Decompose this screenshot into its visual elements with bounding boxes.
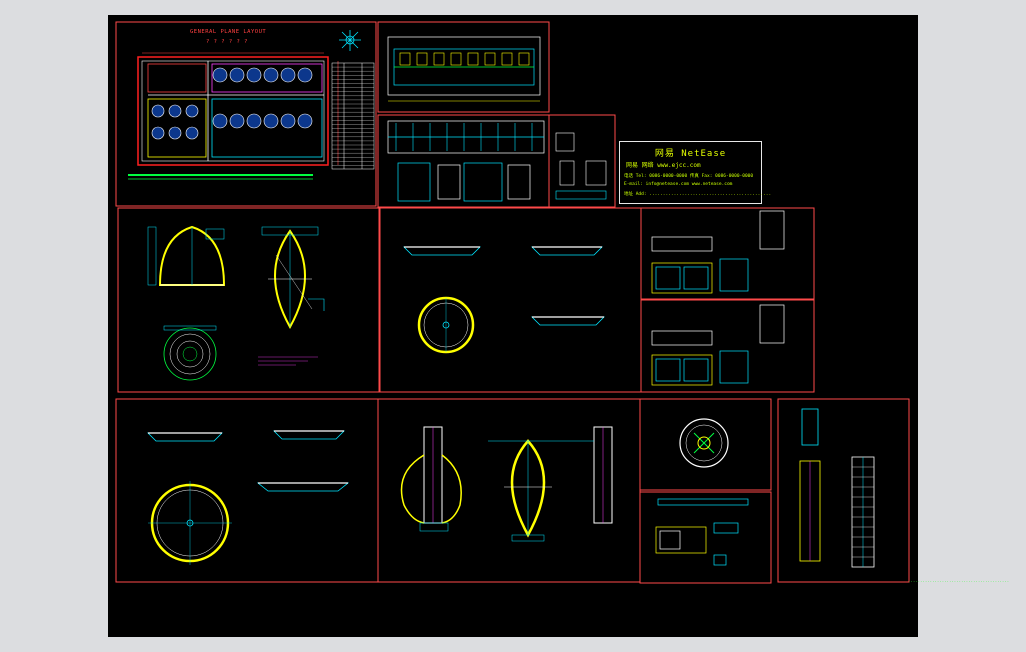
digester-section-1 — [261, 226, 325, 330]
title-block: 网易 NetEase 网易 网络 www.ejcc.com 电话 Tel: 00… — [619, 141, 771, 204]
site-plan-tank — [280, 113, 296, 129]
brand-line-2: E-mail: info@netease.com www.netease.com — [624, 182, 733, 187]
site-plan-tank — [280, 67, 296, 83]
site-plan-tank — [185, 104, 199, 118]
digester-notes-1 — [258, 356, 318, 366]
site-plan-tank — [185, 126, 199, 140]
site-plan-tank — [151, 126, 165, 140]
plan-title: GENERAL PLANE LAYOUT — [190, 29, 267, 35]
side-annotation: ........................................… — [908, 578, 1010, 583]
process-unit — [501, 52, 513, 66]
cad-drawing-canvas[interactable]: GENERAL PLANE LAYOUT ? ? ? ? ? ? 网易 NetE… — [108, 15, 918, 637]
sheet-digester-2 — [377, 398, 641, 583]
sheet-tower — [777, 398, 910, 583]
process-unit — [518, 52, 530, 66]
tank-plan-2 — [148, 481, 232, 565]
brand-line-3: 地址 Add: ................................… — [624, 192, 772, 197]
site-plan-tanks — [151, 67, 313, 140]
site-plan-tank — [246, 113, 262, 129]
sheet-building-2 — [640, 299, 815, 393]
site-plan-tank — [168, 104, 182, 118]
process-unit — [433, 52, 445, 66]
digester-section-2 — [488, 426, 613, 542]
small-details — [555, 132, 607, 200]
top-section-plan — [387, 36, 541, 102]
top-section-units — [399, 52, 530, 66]
site-plan-tank — [263, 67, 279, 83]
drawing-sheets — [115, 21, 910, 584]
brand-line-1: 电话 Tel: 0086-0000-0000 传真 Fax: 0086-0000… — [624, 174, 754, 179]
compass-rose — [339, 30, 361, 51]
tank-sections-2 — [147, 430, 350, 492]
site-plan-tank — [229, 113, 245, 129]
process-unit — [450, 52, 462, 66]
sheet-mid-section — [377, 114, 550, 208]
site-plan-tank — [151, 104, 165, 118]
plan-subtitle: ? ? ? ? ? ? — [206, 39, 248, 45]
digester-elevation-2 — [400, 426, 462, 532]
tank-plan-1 — [417, 296, 475, 354]
sheet-digester-1 — [117, 207, 380, 393]
tank-sections-1 — [403, 246, 605, 326]
brand-sub: 网易 网络 www.ejcc.com — [626, 162, 701, 169]
site-plan-tank — [297, 67, 313, 83]
process-unit — [467, 52, 479, 66]
site-plan-tank — [212, 113, 228, 129]
digester-elevation-1 — [147, 225, 226, 286]
site-plan-tank — [297, 113, 313, 129]
valve-chamber-plan — [679, 418, 729, 468]
pump-house-plan — [655, 498, 749, 566]
brand-name: 网易 NetEase — [654, 149, 727, 159]
process-unit — [416, 52, 428, 66]
site-plan-tank — [229, 67, 245, 83]
site-plan-tank — [263, 113, 279, 129]
site-plan-tank — [168, 126, 182, 140]
sheet-building-1 — [640, 207, 815, 300]
site-plan-tank — [212, 67, 228, 83]
building-plan-1 — [651, 210, 785, 294]
process-unit — [399, 52, 411, 66]
site-plan-tank — [246, 67, 262, 83]
digester-plan-1 — [163, 325, 217, 381]
mid-section — [387, 120, 545, 202]
process-unit — [484, 52, 496, 66]
sheet-circular-tank-1 — [379, 207, 642, 393]
tower-elevation — [799, 408, 875, 568]
building-plan-2 — [651, 304, 785, 386]
